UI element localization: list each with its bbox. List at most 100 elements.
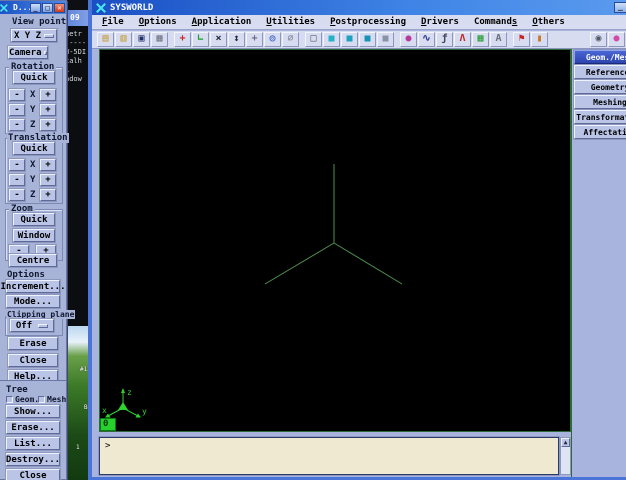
dialog-minimize-button[interactable]: _ — [30, 3, 41, 13]
tree-structure-icon[interactable]: Λ — [454, 32, 471, 47]
flag-icon[interactable]: ⚑ — [513, 32, 530, 47]
record-icon[interactable]: ● — [608, 32, 625, 47]
tree-erase[interactable]: Erase... — [6, 421, 60, 434]
menu-drivers[interactable]: Drivers — [421, 17, 459, 27]
radio-icon[interactable] — [38, 396, 45, 403]
mesh-radio[interactable]: Mesh — [38, 395, 66, 404]
dialog-title: D... — [13, 3, 30, 12]
zoom-extents-icon[interactable]: × — [210, 32, 227, 47]
xyz-option-label: X Y Z — [14, 31, 41, 41]
menu-postprocessing[interactable]: Postprocessing — [330, 17, 406, 27]
dialog-close-icon[interactable]: ✕ — [54, 3, 65, 13]
desktop-icon-label: 1 — [76, 444, 80, 451]
rendered-cube-icon[interactable]: ■ — [359, 32, 376, 47]
svg-text:z: z — [127, 388, 132, 397]
clipping-option-button[interactable]: Off — [10, 319, 54, 332]
label-icon[interactable]: A — [490, 32, 507, 47]
menu-options[interactable]: Options — [139, 17, 177, 27]
import-file-icon[interactable]: ▥ — [115, 32, 132, 47]
rotate-x-minus-button[interactable]: - — [9, 89, 25, 101]
mesh-radio-label: Mesh — [47, 395, 66, 404]
right-panel-geom-mesh[interactable]: Geom./Mesh — [574, 50, 626, 64]
clipping-value-label: Off — [16, 321, 32, 331]
command-input[interactable]: > — [99, 437, 559, 475]
legend-icon[interactable]: ▮ — [531, 32, 548, 47]
screen: 09 metr ----- W-5DI calh 1 ndow #13 B 1 … — [0, 0, 626, 480]
translation-quick-button[interactable]: Quick — [13, 142, 55, 155]
translation-axis-z-label: Z — [30, 190, 35, 200]
menu-file[interactable]: File — [102, 17, 124, 27]
palette-icon[interactable]: ● — [400, 32, 417, 47]
save-icon[interactable]: ▣ — [133, 32, 150, 47]
mode-button[interactable]: Mode... — [6, 295, 60, 308]
zoom-lens-icon[interactable]: ◎ — [264, 32, 281, 47]
right-panel-transformation[interactable]: Transformation — [574, 110, 626, 124]
rotate-z-minus-button[interactable]: - — [9, 119, 25, 131]
print-icon[interactable]: ▦ — [151, 32, 168, 47]
main-window-titlebar[interactable]: SYSWORLD _ — [92, 0, 626, 15]
hidden-line-cube-icon[interactable]: ■ — [377, 32, 394, 47]
rotation-axis-x-label: X — [30, 90, 35, 100]
tree-label: Tree — [6, 385, 28, 395]
camera-option-button[interactable]: Camera — [8, 46, 48, 59]
radio-icon[interactable] — [6, 396, 13, 403]
translate-x-minus-button[interactable]: - — [9, 159, 25, 171]
tree-show[interactable]: Show... — [6, 405, 60, 418]
centre-button[interactable]: Centre — [9, 254, 57, 267]
zoom-quick-button[interactable]: Quick — [13, 213, 55, 226]
font-icon[interactable]: ƒ — [436, 32, 453, 47]
right-panel-affectation[interactable]: Affectation — [574, 125, 626, 139]
tree-list[interactable]: List... — [6, 437, 60, 450]
translate-z-minus-button[interactable]: - — [9, 189, 25, 201]
shaded-cube-icon[interactable]: ■ — [323, 32, 340, 47]
menu-commands[interactable]: Commands — [474, 17, 517, 27]
local-frame-icon[interactable]: ∟ — [192, 32, 209, 47]
mesh-grid-icon[interactable]: ▦ — [472, 32, 489, 47]
dialog-logo-icon — [0, 4, 8, 12]
minimize-button[interactable]: _ — [614, 2, 626, 13]
translate-x-plus-button[interactable]: + — [40, 159, 56, 171]
viewpoint-dialog-titlebar[interactable]: D... _ □ ✕ — [0, 1, 66, 14]
erase-view-icon[interactable]: ∅ — [282, 32, 299, 47]
tree-destroy[interactable]: Destroy... — [6, 453, 60, 466]
rotate-x-plus-button[interactable]: + — [40, 89, 56, 101]
tree-close[interactable]: Close — [6, 469, 60, 480]
rotate-y-plus-button[interactable]: + — [40, 104, 56, 116]
camera-icon[interactable]: ◉ — [590, 32, 607, 47]
wireframe-cube-icon[interactable]: □ — [305, 32, 322, 47]
option-menu-indicator — [44, 51, 47, 55]
solid-cube-icon[interactable]: ■ — [341, 32, 358, 47]
geom-radio[interactable]: Geom. — [6, 395, 39, 404]
translate-z-plus-button[interactable]: + — [40, 189, 56, 201]
close-button[interactable]: Close — [8, 354, 58, 367]
menu-utilities[interactable]: Utilities — [266, 17, 315, 27]
right-panel-geometry[interactable]: Geometry — [574, 80, 626, 94]
geom-radio-label: Geom. — [15, 395, 39, 404]
rotate-y-minus-button[interactable]: - — [9, 104, 25, 116]
camera-option-label: Camera — [9, 48, 42, 58]
increment-button[interactable]: Increment... — [6, 280, 60, 293]
zoom-window-button[interactable]: Window — [13, 229, 55, 242]
options-label: Options — [7, 270, 45, 280]
viewpoint-heading: View point — [12, 17, 66, 27]
global-frame-icon[interactable]: + — [174, 32, 191, 47]
right-panel-meshing[interactable]: Meshing — [574, 95, 626, 109]
command-scrollbar[interactable]: ▲ — [560, 437, 571, 475]
curve-plot-icon[interactable]: ∿ — [418, 32, 435, 47]
xyz-option-button[interactable]: X Y Z — [11, 29, 57, 42]
pan-icon[interactable]: + — [246, 32, 263, 47]
rotate-z-plus-button[interactable]: + — [40, 119, 56, 131]
viewport[interactable]: z x y 0 — [99, 49, 571, 432]
menu-others[interactable]: Others — [532, 17, 565, 27]
open-file-icon[interactable]: ▤ — [97, 32, 114, 47]
erase-button[interactable]: Erase — [8, 337, 58, 350]
scroll-up-icon[interactable]: ▲ — [561, 438, 570, 447]
right-panel-references[interactable]: References — [574, 65, 626, 79]
rotation-quick-button[interactable]: Quick — [13, 71, 55, 84]
dialog-maximize-button[interactable]: □ — [42, 3, 53, 13]
menu-application[interactable]: Application — [192, 17, 252, 27]
translate-y-plus-button[interactable]: + — [40, 174, 56, 186]
menu-bar: File Options Application Utilities Postproce… — [92, 15, 626, 30]
fit-vertical-icon[interactable]: ↕ — [228, 32, 245, 47]
translate-y-minus-button[interactable]: - — [9, 174, 25, 186]
